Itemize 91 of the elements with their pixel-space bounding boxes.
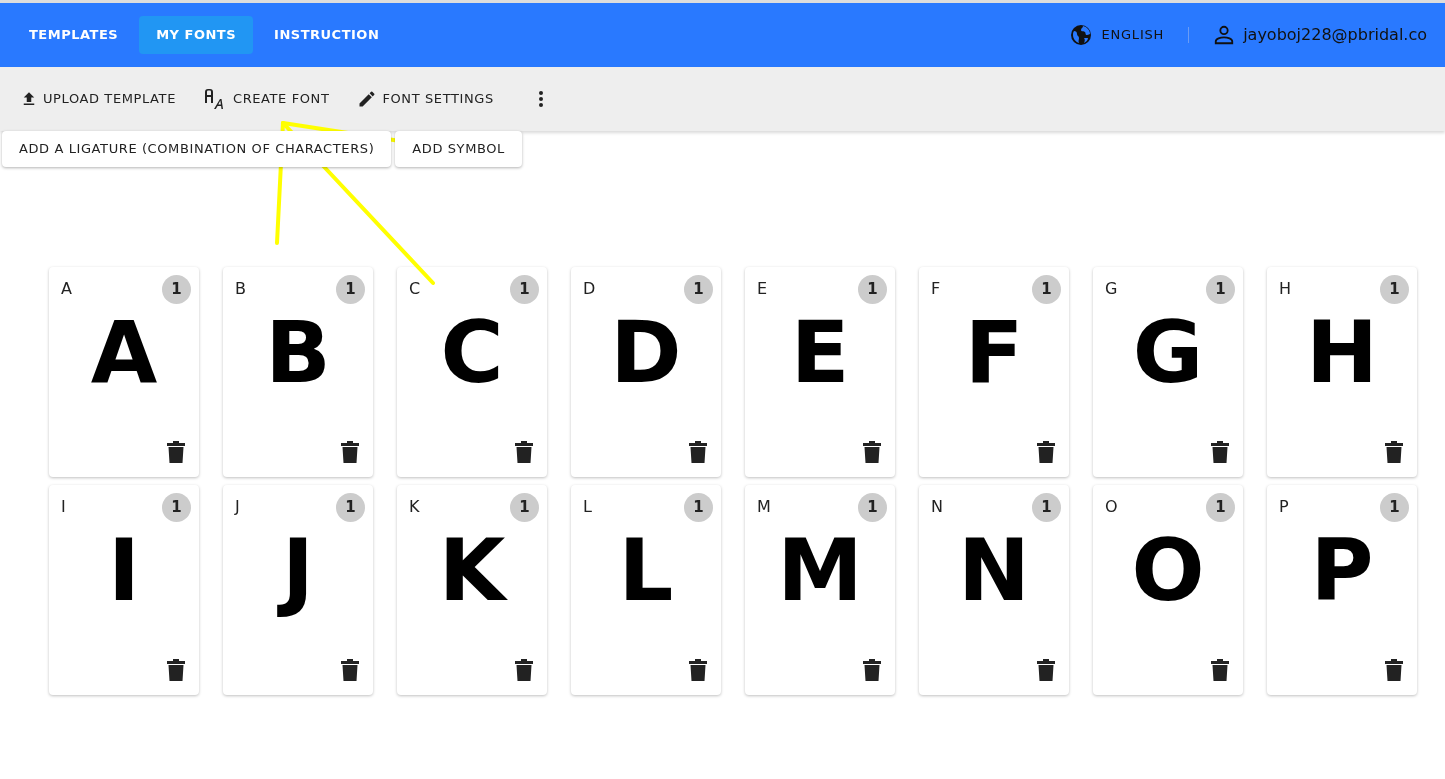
delete-icon[interactable] [341, 658, 359, 681]
glyph-preview: D [609, 308, 683, 395]
count-badge: 1 [1032, 492, 1061, 522]
glyph-card[interactable]: B 1 B [223, 266, 373, 477]
delete-icon[interactable] [1385, 440, 1403, 463]
count-badge: 1 [1206, 492, 1235, 522]
glyph-label: H [1279, 278, 1292, 298]
count-badge: 1 [858, 274, 887, 304]
delete-icon[interactable] [1037, 658, 1055, 681]
count-badge: 1 [1032, 274, 1061, 304]
glyph-card[interactable]: G 1 G [1093, 266, 1243, 477]
glyph-card[interactable]: N 1 N [919, 484, 1069, 695]
delete-icon[interactable] [515, 658, 533, 681]
glyph-label: K [409, 496, 420, 516]
glyph-card[interactable]: J 1 J [223, 484, 373, 695]
glyph-label: N [931, 496, 943, 516]
glyph-label: I [61, 496, 66, 516]
glyph-card[interactable]: E 1 E [745, 266, 895, 477]
nav-tab[interactable]: INSTRUCTION [257, 16, 397, 54]
glyph-card[interactable]: D 1 D [571, 266, 721, 477]
count-badge: 1 [858, 492, 887, 522]
count-badge: 1 [336, 274, 365, 304]
globe-icon [1069, 23, 1094, 47]
count-badge: 1 [162, 492, 191, 522]
glyph-label: L [583, 496, 592, 516]
action-button[interactable]: ADD SYMBOL [395, 131, 522, 167]
glyph-preview: O [1130, 526, 1206, 613]
glyph-preview: E [789, 308, 851, 395]
toolbar-button[interactable]: FONT SETTINGS [347, 83, 504, 115]
glyph-label: P [1279, 496, 1289, 516]
delete-icon[interactable] [515, 440, 533, 463]
delete-icon[interactable] [1211, 440, 1229, 463]
glyph-preview: H [1305, 308, 1379, 395]
glyph-preview: P [1309, 526, 1375, 613]
glyph-label: M [757, 496, 771, 516]
count-badge: 1 [684, 274, 713, 304]
glyph-card[interactable]: M 1 M [745, 484, 895, 695]
glyph-label: A [61, 278, 72, 298]
count-badge: 1 [510, 274, 539, 304]
glyph-card[interactable]: K 1 K [397, 484, 547, 695]
delete-icon[interactable] [1037, 440, 1055, 463]
language-selector[interactable]: ENGLISH [1101, 25, 1165, 45]
nav-tab[interactable]: TEMPLATES [12, 16, 136, 54]
glyph-preview: I [107, 526, 141, 613]
delete-icon[interactable] [1385, 658, 1403, 681]
glyph-card[interactable]: C 1 C [397, 266, 547, 477]
delete-icon[interactable] [167, 658, 185, 681]
glyph-label: J [235, 496, 240, 516]
toolbar-button[interactable]: CREATE FONT [193, 82, 340, 116]
glyph-label: F [931, 278, 941, 298]
count-badge: 1 [510, 492, 539, 522]
glyph-card[interactable]: A 1 A [49, 266, 199, 477]
delete-icon[interactable] [863, 658, 881, 681]
glyph-card[interactable]: H 1 H [1267, 266, 1417, 477]
count-badge: 1 [336, 492, 365, 522]
toolbar-button[interactable]: UPLOAD TEMPLATE [10, 83, 186, 115]
count-badge: 1 [162, 274, 191, 304]
glyph-preview: K [437, 526, 509, 613]
delete-icon[interactable] [167, 440, 185, 463]
delete-icon[interactable] [1211, 658, 1229, 681]
user-icon [1213, 24, 1236, 46]
glyph-preview: G [1131, 308, 1205, 395]
delete-icon[interactable] [689, 658, 707, 681]
count-badge: 1 [684, 492, 713, 522]
glyph-preview: A [89, 308, 159, 395]
glyph-preview: M [776, 526, 864, 613]
glyph-card[interactable]: P 1 P [1267, 484, 1417, 695]
glyph-label: G [1105, 278, 1118, 298]
glyph-preview: L [617, 526, 675, 613]
count-badge: 1 [1380, 492, 1409, 522]
glyph-label: E [757, 278, 768, 298]
delete-icon[interactable] [689, 440, 707, 463]
glyph-preview: N [957, 526, 1031, 613]
glyph-preview: B [264, 308, 332, 395]
glyph-label: C [409, 278, 421, 298]
count-badge: 1 [1380, 274, 1409, 304]
glyph-card[interactable]: O 1 O [1093, 484, 1243, 695]
glyph-preview: C [439, 308, 505, 395]
glyph-preview: F [963, 308, 1025, 395]
user-email[interactable]: jayoboj228@pbridal.co [1243, 23, 1427, 47]
glyph-card[interactable]: I 1 I [49, 484, 199, 695]
glyph-label: B [235, 278, 246, 298]
glyph-label: D [583, 278, 596, 298]
glyph-label: O [1105, 496, 1118, 516]
glyph-card[interactable]: F 1 F [919, 266, 1069, 477]
action-button[interactable]: ADD A LIGATURE (COMBINATION OF CHARACTERS) [2, 131, 392, 167]
glyph-card[interactable]: L 1 L [571, 484, 721, 695]
delete-icon[interactable] [341, 440, 359, 463]
more-icon [537, 90, 544, 108]
count-badge: 1 [1206, 274, 1235, 304]
delete-icon[interactable] [863, 440, 881, 463]
